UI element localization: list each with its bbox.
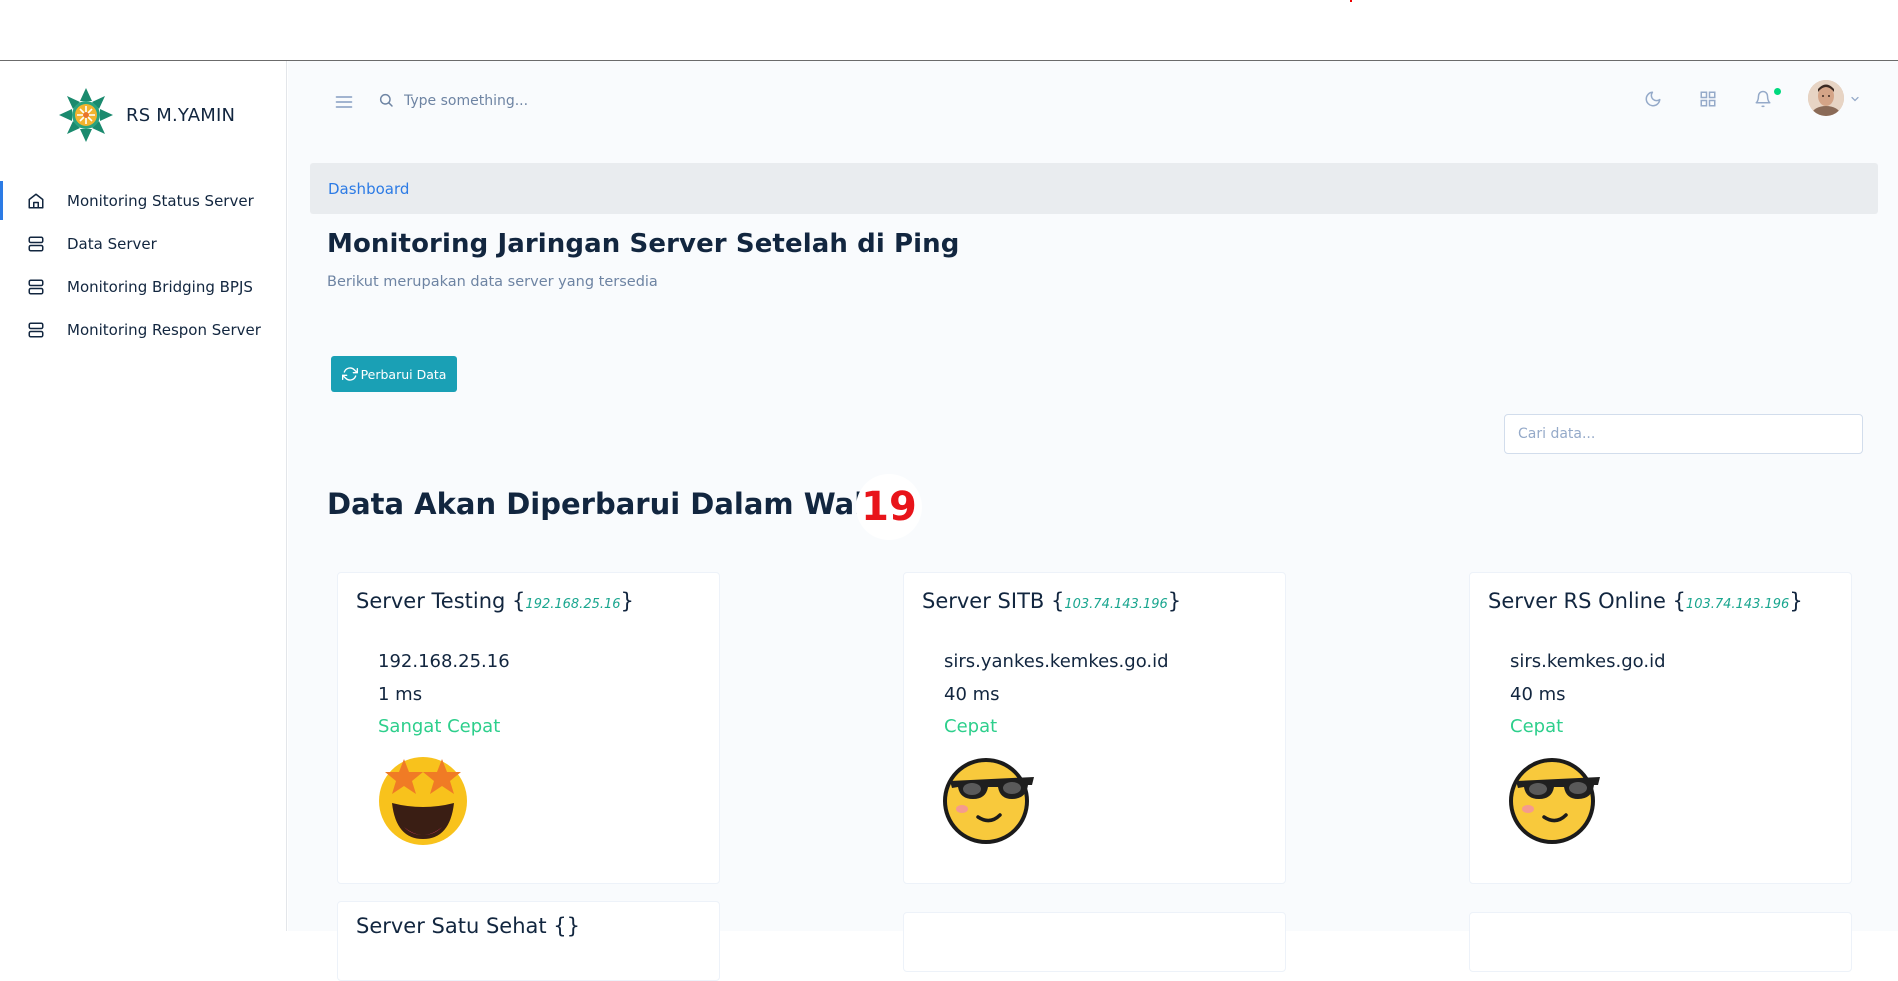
home-icon xyxy=(26,191,46,211)
data-search-input[interactable] xyxy=(1504,414,1863,454)
topbar xyxy=(288,61,1898,141)
server-host: sirs.kemkes.go.id xyxy=(1510,651,1666,672)
sunglasses-emoji-icon xyxy=(1509,758,1600,844)
brand[interactable]: RS M.YAMIN xyxy=(58,87,235,143)
sidebar-item-monitoring-status-server[interactable]: Monitoring Status Server xyxy=(0,179,287,222)
sidebar-item-data-server[interactable]: Data Server xyxy=(0,222,287,265)
server-name: Server SITB xyxy=(922,589,1045,613)
avatar[interactable] xyxy=(1808,80,1844,116)
server-status: Cepat xyxy=(1510,716,1564,737)
top-strip xyxy=(0,0,1898,61)
server-card-title: Server SITB {103.74.143.196} xyxy=(922,589,1182,613)
server-latency: 40 ms xyxy=(1510,684,1566,705)
sidebar-nav: Monitoring Status Server Data Server Mon… xyxy=(0,179,287,351)
server-ip: 103.74.143.196 xyxy=(1064,597,1168,612)
marker-dot xyxy=(1350,0,1352,2)
server-card-title: Server RS Online {103.74.143.196} xyxy=(1488,589,1803,613)
breadcrumb: Dashboard xyxy=(310,163,1878,214)
sidebar-item-label: Monitoring Status Server xyxy=(67,191,254,210)
server-status: Cepat xyxy=(944,716,998,737)
sidebar-item-monitoring-bridging-bpjs[interactable]: Monitoring Bridging BPJS xyxy=(0,265,287,308)
logo-icon xyxy=(59,88,113,142)
server-card: Server SITB {103.74.143.196} sirs.yankes… xyxy=(903,572,1286,884)
page-subtitle: Berikut merupakan data server yang terse… xyxy=(327,274,658,290)
server-latency: 40 ms xyxy=(944,684,1000,705)
grid-icon[interactable] xyxy=(1699,90,1721,112)
brand-name: RS M.YAMIN xyxy=(126,104,236,126)
server-name: Server RS Online xyxy=(1488,589,1666,613)
server-card-title: Server Testing {192.168.25.16} xyxy=(356,589,634,613)
server-name: Server Testing xyxy=(356,589,506,613)
notification-dot xyxy=(1774,88,1781,95)
server-host: sirs.yankes.kemkes.go.id xyxy=(944,651,1169,672)
search-input[interactable] xyxy=(404,89,704,113)
search-icon xyxy=(378,92,396,110)
page-title: Monitoring Jaringan Server Setelah di Pi… xyxy=(327,229,960,259)
sunglasses-emoji-icon xyxy=(943,758,1034,844)
server-status: Sangat Cepat xyxy=(378,716,501,737)
countdown-value: 19 xyxy=(856,474,922,540)
server-name: Server Satu Sehat xyxy=(356,914,547,938)
sidebar-item-label: Monitoring Bridging BPJS xyxy=(67,277,253,296)
server-card: Server RS Online {103.74.143.196} sirs.k… xyxy=(1469,572,1852,884)
server-card xyxy=(1469,912,1852,972)
sidebar: RS M.YAMIN Monitoring Status Server Data… xyxy=(0,61,287,931)
server-card xyxy=(903,912,1286,972)
server-ip: 103.74.143.196 xyxy=(1685,597,1790,612)
sidebar-item-label: Data Server xyxy=(67,234,157,253)
server-icon xyxy=(26,234,46,254)
countdown-label: Data Akan Diperbarui Dalam Waktu xyxy=(327,487,909,521)
server-ip: 192.168.25.16 xyxy=(525,597,621,612)
moon-icon[interactable] xyxy=(1644,90,1666,112)
server-icon xyxy=(26,320,46,340)
menu-icon[interactable] xyxy=(334,92,354,112)
refresh-button-label: Perbarui Data xyxy=(360,366,447,382)
breadcrumb-dashboard-link[interactable]: Dashboard xyxy=(328,180,409,198)
server-card-title: Server Satu Sehat {} xyxy=(356,914,581,938)
star-struck-emoji-icon xyxy=(379,757,467,845)
refresh-icon xyxy=(341,367,358,381)
server-icon xyxy=(26,277,46,297)
sidebar-item-monitoring-respon-server[interactable]: Monitoring Respon Server xyxy=(0,308,287,351)
bell-icon[interactable] xyxy=(1754,90,1776,112)
server-host: 192.168.25.16 xyxy=(378,651,510,672)
sidebar-item-label: Monitoring Respon Server xyxy=(67,320,261,339)
refresh-button[interactable]: Perbarui Data xyxy=(331,356,457,392)
server-card: Server Satu Sehat {} xyxy=(337,901,720,981)
server-latency: 1 ms xyxy=(378,684,423,705)
server-card: Server Testing {192.168.25.16} 192.168.2… xyxy=(337,572,720,884)
main-content: Dashboard Monitoring Jaringan Server Set… xyxy=(288,61,1898,981)
chevron-down-icon[interactable] xyxy=(1849,90,1861,102)
